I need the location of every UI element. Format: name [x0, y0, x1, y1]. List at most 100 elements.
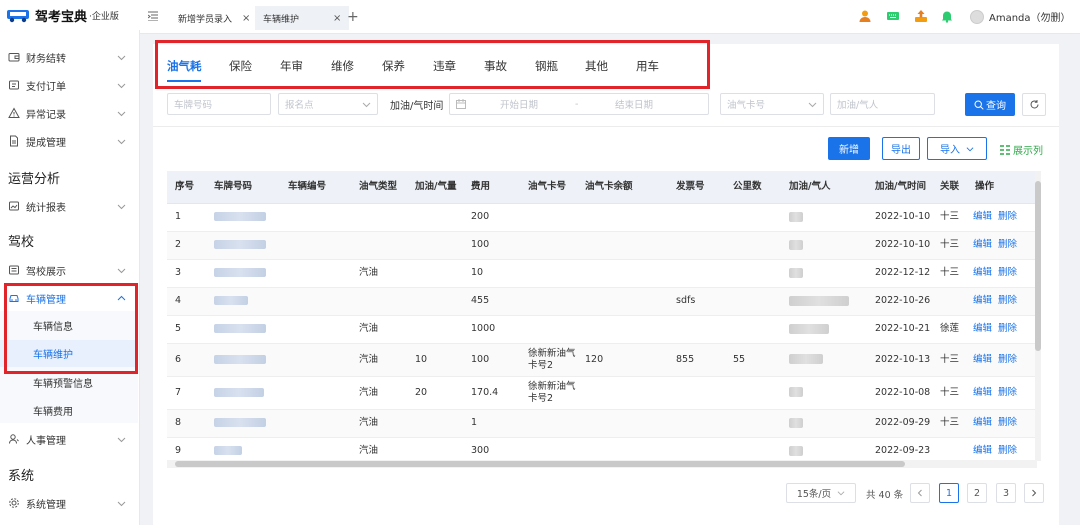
query-label: 查询	[986, 101, 1006, 112]
table-cell	[781, 259, 867, 288]
table-row[interactable]: 4 455 sdfs 2022-10-26 编辑 删除	[167, 287, 1037, 316]
table-cell: 455	[463, 287, 520, 316]
sidebar-item-payment-orders[interactable]: 支付订单	[0, 72, 140, 98]
table-row[interactable]: 1 200 2022-10-10 十三 编辑 删除	[167, 203, 1037, 232]
delete-link[interactable]: 删除	[998, 323, 1017, 334]
table-cell: 1	[463, 409, 520, 438]
page-size-label: 15条/页	[796, 489, 832, 500]
edit-link[interactable]: 编辑	[973, 417, 992, 428]
sidebar-item-finance-transfer[interactable]: 财务结转	[0, 44, 140, 70]
table-row[interactable]: 6 汽油 10 100 徐新新油气卡号2 120 855 55 2022-10-13 十三 编辑 删除	[167, 343, 1037, 377]
table-cell	[280, 231, 351, 260]
sidebar-item-label: 异常记录	[26, 109, 66, 121]
upload-icon[interactable]	[914, 9, 928, 23]
import-dropdown[interactable]: 导入	[927, 137, 987, 160]
chevron-right-icon	[1032, 489, 1037, 497]
page-button[interactable]: 1	[939, 483, 959, 503]
tab-new-student[interactable]: 新增学员录入 ×	[170, 6, 258, 30]
chevron-down-icon	[117, 204, 126, 210]
horizontal-scrollbar[interactable]	[167, 460, 1037, 468]
delete-link[interactable]: 删除	[998, 267, 1017, 278]
table-cell	[781, 315, 867, 344]
table-row[interactable]: 7 汽油 20 170.4 徐新新油气卡号2 2022-10-08 十三 编辑 删除	[167, 376, 1037, 410]
table-cell: 2	[167, 231, 206, 260]
chevron-down-icon	[837, 491, 845, 496]
placeholder: 车牌号码	[174, 100, 213, 111]
table-row[interactable]: 8 汽油 1 2022-09-29 十三 编辑 删除	[167, 409, 1037, 438]
query-button[interactable]: 查询	[965, 93, 1015, 116]
user-orange-icon[interactable]	[858, 9, 872, 23]
sidebar-item-label: 提成管理	[26, 137, 66, 149]
edit-link[interactable]: 编辑	[973, 295, 992, 306]
edit-link[interactable]: 编辑	[973, 354, 992, 365]
logo[interactable]: 驾考宝典 ·企业版	[0, 0, 140, 30]
columns-toggle[interactable]: 展示列	[1000, 142, 1043, 157]
table-cell: 2022-10-21	[867, 315, 932, 344]
add-tab-icon[interactable]: +	[347, 9, 359, 25]
prev-page-button[interactable]	[910, 483, 930, 503]
sidebar-item-system-mgmt[interactable]: 系统管理	[0, 490, 140, 516]
edit-link[interactable]: 编辑	[973, 239, 992, 250]
delete-link[interactable]: 删除	[998, 239, 1017, 250]
table-row[interactable]: 2 100 2022-10-10 十三 编辑 删除	[167, 231, 1037, 260]
menu-group-school: 驾校	[8, 235, 35, 250]
menu-toggle-icon[interactable]	[148, 11, 158, 21]
plate-number-input[interactable]: 车牌号码	[167, 93, 271, 115]
page-size-select[interactable]: 15条/页	[786, 483, 856, 503]
fuel-person-input[interactable]: 加油/气人	[830, 93, 935, 115]
delete-link[interactable]: 删除	[998, 211, 1017, 222]
edit-link[interactable]: 编辑	[973, 387, 992, 398]
table-cell: 200	[463, 203, 520, 232]
sidebar-item-label: 支付订单	[26, 81, 66, 93]
page-button[interactable]: 3	[996, 483, 1016, 503]
scroll-thumb[interactable]	[1035, 181, 1041, 351]
edit-link[interactable]: 编辑	[973, 445, 992, 456]
start-date-placeholder: 开始日期	[500, 100, 539, 111]
edit-link[interactable]: 编辑	[973, 211, 992, 222]
delete-link[interactable]: 删除	[998, 295, 1017, 306]
col-header: 车牌号码	[206, 171, 280, 204]
sidebar-item-commission[interactable]: 提成管理	[0, 128, 140, 154]
bell-icon[interactable]	[940, 9, 954, 23]
next-page-button[interactable]	[1024, 483, 1044, 503]
user-menu[interactable]: Amanda（勿删）	[970, 9, 1071, 24]
refresh-button[interactable]	[1022, 93, 1046, 116]
table-row[interactable]: 5 汽油 1000 2022-10-21 徐莲 编辑 删除	[167, 315, 1037, 344]
close-icon[interactable]: ×	[242, 13, 250, 24]
vertical-scrollbar[interactable]	[1035, 171, 1041, 461]
col-header: 发票号	[668, 171, 725, 204]
scroll-thumb[interactable]	[175, 461, 905, 467]
close-icon[interactable]: ×	[333, 13, 341, 24]
keyboard-icon[interactable]	[886, 9, 900, 23]
fuel-card-select[interactable]: 油气卡号	[720, 93, 824, 115]
col-header: 加油/气量	[407, 171, 463, 204]
redacted-plate	[214, 418, 266, 427]
page-button[interactable]: 2	[967, 483, 987, 503]
edit-link[interactable]: 编辑	[973, 267, 992, 278]
delete-link[interactable]: 删除	[998, 354, 1017, 365]
edit-link[interactable]: 编辑	[973, 323, 992, 334]
order-icon	[9, 80, 19, 90]
table-cell	[280, 203, 351, 232]
delete-link[interactable]: 删除	[998, 387, 1017, 398]
table-row[interactable]: 3 汽油 10 2022-12-12 十三 编辑 删除	[167, 259, 1037, 288]
sidebar-item-hr[interactable]: 人事管理	[0, 426, 140, 452]
tab-vehicle-maintenance[interactable]: 车辆维护 ×	[255, 6, 350, 30]
add-button[interactable]: 新增	[828, 137, 870, 160]
export-button[interactable]: 导出	[882, 137, 920, 160]
sidebar-item-exceptions[interactable]: 异常记录	[0, 100, 140, 126]
table-cell	[520, 203, 577, 232]
sidebar-item-vehicle-cost[interactable]: 车辆费用	[0, 397, 138, 424]
registration-site-select[interactable]: 报名点	[278, 93, 378, 115]
sidebar-item-school-display[interactable]: 驾校展示	[0, 257, 140, 283]
table-cell	[781, 409, 867, 438]
delete-link[interactable]: 删除	[998, 445, 1017, 456]
delete-link[interactable]: 删除	[998, 417, 1017, 428]
sidebar-item-stats[interactable]: 统计报表	[0, 193, 140, 219]
table-cell: 编辑 删除	[967, 315, 1037, 344]
table-cell	[407, 203, 463, 232]
table-cell	[280, 343, 351, 377]
date-range-picker[interactable]: 开始日期 - 结束日期	[449, 93, 709, 115]
table-cell: 5	[167, 315, 206, 344]
table-cell: 编辑 删除	[967, 376, 1037, 410]
